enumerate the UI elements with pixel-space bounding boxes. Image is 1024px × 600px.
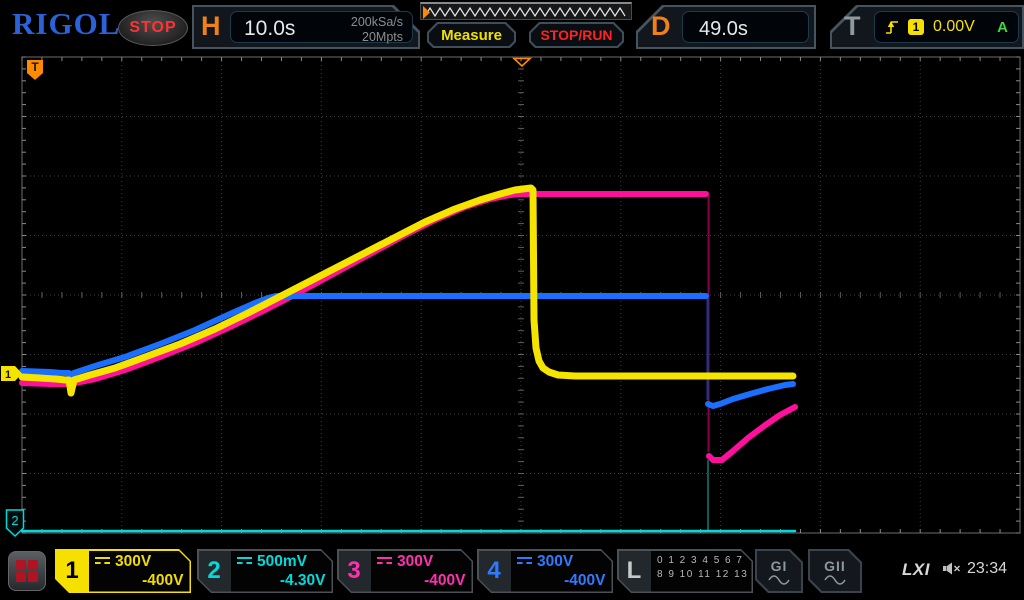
- delay-value: 49.0s: [699, 18, 748, 41]
- trigger-mode: A: [997, 19, 1008, 36]
- trace-ch1-yellow: [22, 188, 793, 393]
- memory-depth: 20Mpts: [351, 30, 403, 45]
- channel-1-scale: 300V: [115, 553, 151, 571]
- acquisition-info: 200kSa/s 20Mpts: [351, 15, 403, 45]
- logic-row-2: 8 9 10 11 12 13 14 15: [657, 568, 746, 583]
- channel-3-scale: 300V: [397, 553, 433, 571]
- dc-coupling-icon: [95, 557, 110, 566]
- top-status-bar: RIGOL STOP H 10.0s 200kSa/s 20Mpts Measu…: [0, 0, 1024, 52]
- delay-panel[interactable]: D 49.0s: [636, 5, 816, 49]
- stop-run-button[interactable]: STOP/RUN: [529, 22, 624, 48]
- trigger-position-marker: [514, 59, 530, 67]
- menu-grid-icon: [16, 560, 38, 582]
- sample-rate: 200kSa/s: [351, 15, 403, 30]
- channel-4-scale: 300V: [537, 553, 573, 571]
- channel-4-offset: -400V: [517, 572, 606, 590]
- clock: 23:34: [967, 560, 1007, 578]
- g1-function-button[interactable]: GI: [755, 549, 803, 593]
- dc-coupling-icon: [517, 557, 532, 566]
- trigger-panel[interactable]: T 1 0.00V A: [830, 5, 1024, 49]
- stop-run-button-label: STOP/RUN: [540, 27, 612, 43]
- horizontal-valuebox[interactable]: 10.0s 200kSa/s 20Mpts: [230, 11, 413, 43]
- channel-box-1[interactable]: 1 300V -400V: [55, 549, 191, 593]
- channel-box-3[interactable]: 3 300V -400V: [337, 549, 473, 593]
- delay-valuebox[interactable]: 49.0s: [682, 11, 809, 43]
- channel-1-offset: -400V: [95, 572, 184, 590]
- waveform-display[interactable]: T 1 2: [0, 0, 1024, 600]
- channel-box-2[interactable]: 2 500mV -4.30V: [197, 549, 333, 593]
- measure-button-label: Measure: [441, 27, 502, 44]
- svg-text:T: T: [31, 60, 39, 74]
- channel-4-number: 4: [477, 549, 511, 593]
- waveform-overview-thumbnail: [421, 4, 631, 20]
- dc-coupling-icon: [377, 557, 392, 566]
- channel-2-number: 2: [197, 549, 231, 593]
- channel-3-offset: -400V: [377, 572, 466, 590]
- trigger-label: T: [844, 11, 861, 42]
- channel-1-number: 1: [55, 549, 89, 593]
- run-state-badge: STOP: [118, 10, 188, 46]
- channel-2-scale: 500mV: [257, 553, 307, 571]
- horizontal-label: H: [201, 11, 221, 42]
- bottom-status-bar: 1 300V -400V 2 500mV -4.30V 3 300V -400V: [0, 545, 1024, 600]
- speaker-muted-icon[interactable]: [942, 561, 962, 576]
- channel-3-number: 3: [337, 549, 371, 593]
- trace-ch4-blue: [708, 384, 793, 406]
- svg-text:1: 1: [5, 369, 11, 381]
- g1-label: GI: [771, 558, 788, 574]
- rigol-logo: RIGOL: [12, 6, 120, 42]
- trigger-level-value: 0.00V: [933, 18, 975, 36]
- g2-label: GII: [824, 558, 846, 574]
- horizontal-panel[interactable]: H 10.0s 200kSa/s 20Mpts: [192, 5, 420, 49]
- rising-edge-icon: [885, 19, 899, 36]
- waveform-overview-bar[interactable]: [420, 2, 632, 20]
- channel-2-offset: -4.30V: [237, 572, 326, 590]
- trigger-valuebox[interactable]: 1 0.00V A: [874, 11, 1019, 43]
- run-state-label: STOP: [129, 19, 176, 37]
- logic-label: L: [617, 549, 651, 593]
- sine-wave-icon: [824, 575, 846, 585]
- logic-row-1: 0 1 2 3 4 5 6 7: [657, 554, 746, 569]
- timebase-value: 10.0s: [244, 17, 295, 41]
- oscilloscope-screen: T 1 2 RIGOL STOP H 10.0s 200kSa/s 20Mpts: [0, 0, 1024, 600]
- channel-box-4[interactable]: 4 300V -400V: [477, 549, 613, 593]
- lxi-logo: LXI: [902, 560, 930, 580]
- trace-ch3-magenta: [709, 407, 795, 460]
- trigger-source-badge: 1: [908, 19, 924, 35]
- g2-function-button[interactable]: GII: [808, 549, 862, 593]
- dc-coupling-icon: [237, 557, 252, 566]
- sine-wave-icon: [768, 575, 790, 585]
- logic-channels-box[interactable]: L 0 1 2 3 4 5 6 7 8 9 10 11 12 13 14 15: [617, 549, 753, 593]
- svg-text:2: 2: [11, 513, 18, 528]
- delay-label: D: [651, 11, 671, 42]
- menu-button[interactable]: [8, 551, 46, 591]
- measure-button[interactable]: Measure: [427, 22, 516, 48]
